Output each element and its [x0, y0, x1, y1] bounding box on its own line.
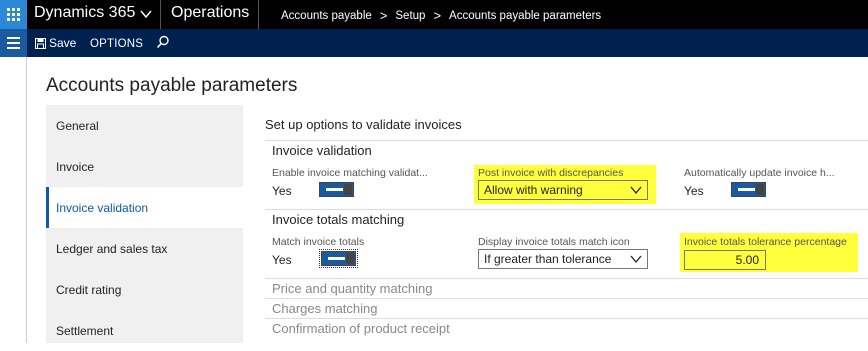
- post-discrepancies-value: Allow with warning: [484, 183, 583, 197]
- tolerance-input[interactable]: 5.00: [684, 250, 766, 270]
- match-totals-value: Yes: [272, 253, 292, 267]
- display-icon-label: Display invoice totals match icon: [478, 236, 630, 248]
- app-name[interactable]: Dynamics 365: [34, 4, 135, 22]
- tab-invoice-validation[interactable]: Invoice validation: [46, 187, 243, 228]
- enable-matching-toggle[interactable]: [319, 182, 354, 197]
- group-charges-matching-header[interactable]: Charges matching: [265, 298, 868, 318]
- page-title: Accounts payable parameters: [46, 75, 298, 96]
- search-icon[interactable]: [156, 35, 170, 49]
- chevron-down-icon[interactable]: [139, 7, 153, 21]
- breadcrumb-separator-icon: >: [379, 8, 388, 23]
- auto-update-toggle[interactable]: [731, 182, 766, 197]
- action-pane: Save OPTIONS: [0, 29, 868, 57]
- tab-settlement[interactable]: Settlement: [46, 310, 243, 351]
- waffle-icon: [7, 8, 20, 21]
- chevron-down-icon: [630, 255, 642, 264]
- tab-ledger-and-sales-tax[interactable]: Ledger and sales tax: [46, 228, 243, 269]
- breadcrumb-separator-icon: >: [433, 8, 442, 23]
- group-invoice-totals-header[interactable]: Invoice totals matching: [265, 209, 868, 229]
- display-icon-select[interactable]: If greater than tolerance: [478, 249, 648, 269]
- breadcrumb-accounts-payable[interactable]: Accounts payable: [281, 10, 372, 22]
- enable-matching-value: Yes: [272, 184, 292, 198]
- breadcrumb: Accounts payable > Setup > Accounts paya…: [281, 8, 601, 23]
- divider: [160, 0, 161, 29]
- app-launcher-button[interactable]: [0, 0, 27, 29]
- post-discrepancies-select[interactable]: Allow with warning: [478, 180, 648, 200]
- match-totals-label: Match invoice totals: [272, 236, 365, 248]
- options-button[interactable]: OPTIONS: [90, 38, 143, 50]
- vertical-tabs: General Invoice Invoice validation Ledge…: [46, 105, 243, 343]
- group-price-quantity-header[interactable]: Price and quantity matching: [265, 278, 868, 298]
- post-discrepancies-label: Post invoice with discrepancies: [478, 167, 624, 179]
- match-totals-toggle[interactable]: [319, 249, 358, 268]
- auto-update-value: Yes: [684, 184, 704, 198]
- tolerance-label: Invoice totals tolerance percentage: [684, 236, 847, 248]
- tab-general[interactable]: General: [46, 105, 243, 146]
- section-heading: Set up options to validate invoices: [265, 117, 462, 132]
- group-invoice-validation-header[interactable]: Invoice validation: [265, 140, 868, 160]
- tab-credit-rating[interactable]: Credit rating: [46, 269, 243, 310]
- enable-matching-label: Enable invoice matching validat...: [272, 167, 428, 179]
- group-product-receipt-header[interactable]: Confirmation of product receipt: [265, 318, 868, 340]
- save-button[interactable]: Save: [35, 36, 76, 50]
- left-rail: [0, 57, 27, 343]
- module-name[interactable]: Operations: [171, 4, 249, 22]
- chevron-down-icon: [630, 186, 642, 195]
- display-icon-value: If greater than tolerance: [484, 252, 612, 266]
- top-nav-bar: Dynamics 365 Operations Accounts payable…: [0, 0, 868, 29]
- navigation-menu-button[interactable]: [0, 29, 27, 57]
- save-label: Save: [49, 36, 77, 50]
- breadcrumb-current-page[interactable]: Accounts payable parameters: [449, 10, 601, 22]
- divider: [258, 0, 259, 29]
- tab-invoice[interactable]: Invoice: [46, 146, 243, 187]
- breadcrumb-setup[interactable]: Setup: [395, 10, 425, 22]
- auto-update-label: Automatically update invoice h...: [684, 167, 835, 179]
- save-icon: [35, 37, 46, 49]
